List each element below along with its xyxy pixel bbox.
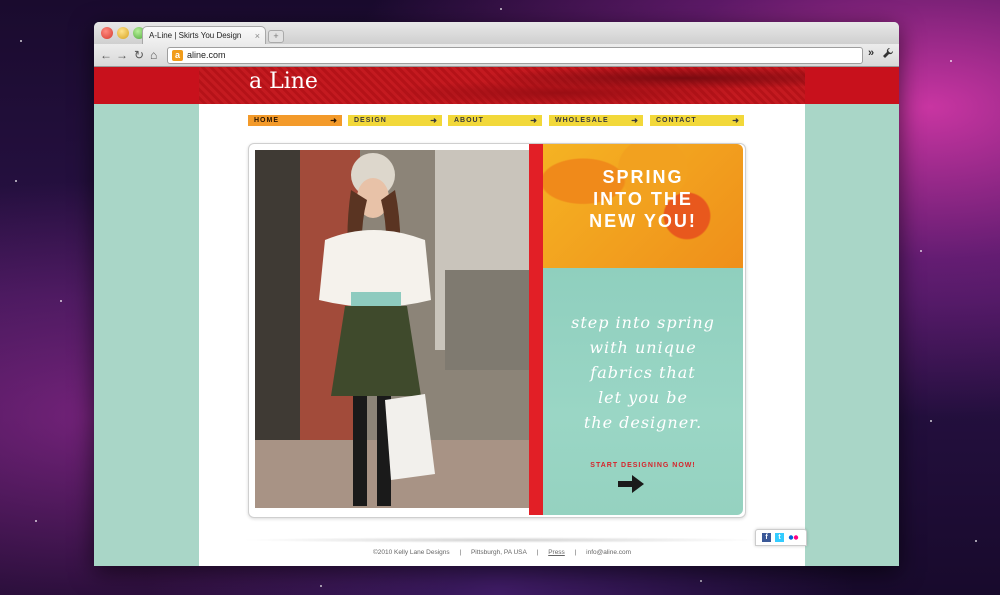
red-divider-stripe xyxy=(529,144,543,515)
forward-icon[interactable]: → xyxy=(116,47,128,63)
main-nav: HOME ➜ DESIGN ➜ ABOUT ➜ WHOLESALE ➜ CONT… xyxy=(248,115,744,126)
back-icon[interactable]: ← xyxy=(100,47,112,63)
feature-banner[interactable]: SPRING INTO THE NEW YOU! step into sprin… xyxy=(248,143,746,518)
start-designing-link[interactable]: START DESIGNING NOW! xyxy=(543,462,743,469)
footer-location: Pittsburgh, PA USA xyxy=(470,549,527,556)
browser-toolbar: ← → ↻ ⌂ a aline.com » xyxy=(94,44,899,67)
site-footer: ©2010 Kelly Lane Designs | Pittsburgh, P… xyxy=(199,549,805,556)
facebook-icon[interactable]: f xyxy=(762,533,771,542)
web-viewport: a Line HOME ➜ DESIGN ➜ ABOUT ➜ WHOLESALE… xyxy=(94,67,899,566)
promo-body-text: step into spring with unique fabrics tha… xyxy=(571,313,715,432)
nav-design[interactable]: DESIGN ➜ xyxy=(348,115,442,126)
new-tab-button[interactable]: + xyxy=(268,30,284,43)
browser-tab[interactable]: A-Line | Skirts You Design × xyxy=(142,26,266,44)
arrow-right-icon: ➜ xyxy=(631,116,639,125)
url-text: aline.com xyxy=(187,50,226,60)
wrench-icon[interactable] xyxy=(882,47,894,62)
promo-body-panel: step into spring with unique fabrics tha… xyxy=(543,268,743,515)
footer-separator: | xyxy=(536,549,539,556)
arrow-right-icon: ➜ xyxy=(530,116,538,125)
nav-contact[interactable]: CONTACT ➜ xyxy=(650,115,744,126)
footer-separator: | xyxy=(459,549,462,556)
tab-close-icon[interactable]: × xyxy=(255,27,260,45)
reload-icon[interactable]: ↻ xyxy=(134,47,144,63)
footer-divider xyxy=(239,537,765,543)
minimize-window-button[interactable] xyxy=(117,27,129,39)
favicon-icon: a xyxy=(172,50,183,61)
tab-title: A-Line | Skirts You Design xyxy=(149,31,242,40)
footer-press-link[interactable]: Press xyxy=(548,549,565,556)
address-bar[interactable]: a aline.com xyxy=(167,47,863,64)
arrow-right-icon: ➜ xyxy=(430,116,438,125)
site-header: a Line xyxy=(199,67,805,104)
site-logo[interactable]: a Line xyxy=(249,69,318,94)
flickr-icon[interactable] xyxy=(788,533,799,542)
promo-headline: SPRING INTO THE NEW YOU! xyxy=(589,167,697,231)
browser-window: A-Line | Skirts You Design × + ← → ↻ ⌂ a… xyxy=(94,22,899,566)
arrow-right-icon[interactable] xyxy=(618,475,644,493)
title-bar: A-Line | Skirts You Design × + xyxy=(94,22,899,44)
nav-home-label: HOME xyxy=(254,117,279,124)
nav-wholesale[interactable]: WHOLESALE ➜ xyxy=(549,115,643,126)
extend-toolbar-icon[interactable]: » xyxy=(868,47,874,59)
arrow-right-icon: ➜ xyxy=(732,116,740,125)
footer-separator: | xyxy=(574,549,577,556)
footer-email-link[interactable]: info@aline.com xyxy=(586,549,631,556)
nav-about-label: ABOUT xyxy=(454,117,484,124)
promo-headline-panel: SPRING INTO THE NEW YOU! xyxy=(543,144,743,268)
model-photo xyxy=(255,150,529,508)
nav-design-label: DESIGN xyxy=(354,117,387,124)
nav-about[interactable]: ABOUT ➜ xyxy=(448,115,542,126)
arrow-right-icon: ➜ xyxy=(330,116,338,125)
site-page: a Line HOME ➜ DESIGN ➜ ABOUT ➜ WHOLESALE… xyxy=(199,67,805,566)
nav-contact-label: CONTACT xyxy=(656,117,697,124)
nav-home[interactable]: HOME ➜ xyxy=(248,115,342,126)
close-window-button[interactable] xyxy=(101,27,113,39)
footer-copyright: ©2010 Kelly Lane Designs xyxy=(372,549,450,556)
twitter-icon[interactable]: t xyxy=(775,533,784,542)
nav-wholesale-label: WHOLESALE xyxy=(555,117,609,124)
social-links: f t xyxy=(755,529,807,546)
home-icon[interactable]: ⌂ xyxy=(150,47,157,63)
